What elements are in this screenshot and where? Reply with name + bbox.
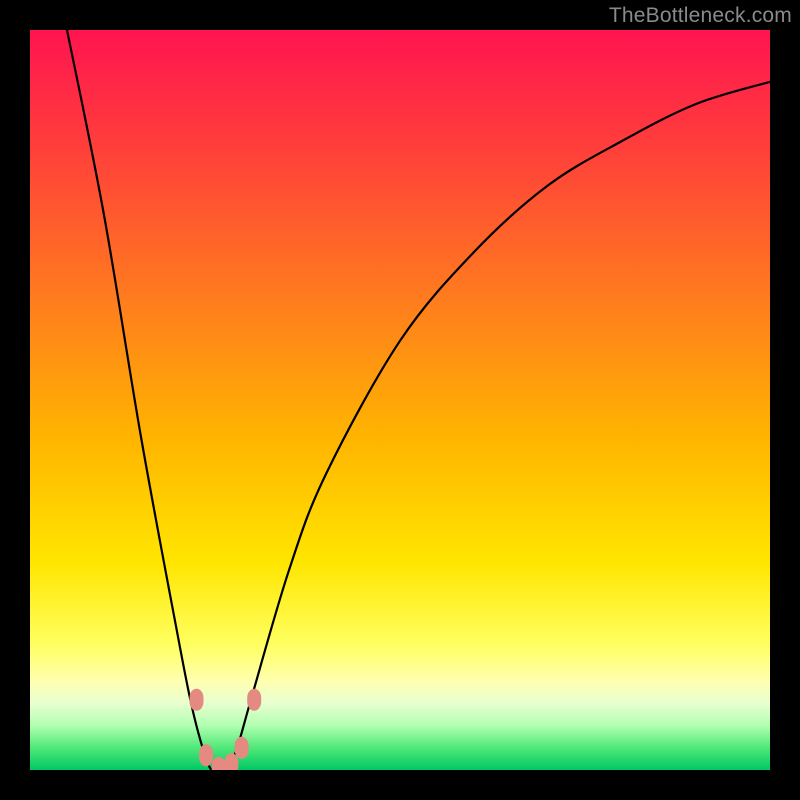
- curve-marker: [190, 689, 204, 711]
- plot-area: [30, 30, 770, 770]
- watermark-text: TheBottleneck.com: [609, 4, 792, 28]
- curve-marker: [247, 689, 261, 711]
- curve-layer: [30, 30, 770, 770]
- curve-marker: [199, 744, 213, 766]
- curve-marker: [235, 737, 249, 759]
- curve-marker: [224, 753, 238, 770]
- bottleneck-curve: [67, 30, 770, 770]
- chart-frame: TheBottleneck.com: [0, 0, 800, 800]
- curve-marker: [212, 757, 226, 770]
- curve-markers: [190, 689, 262, 770]
